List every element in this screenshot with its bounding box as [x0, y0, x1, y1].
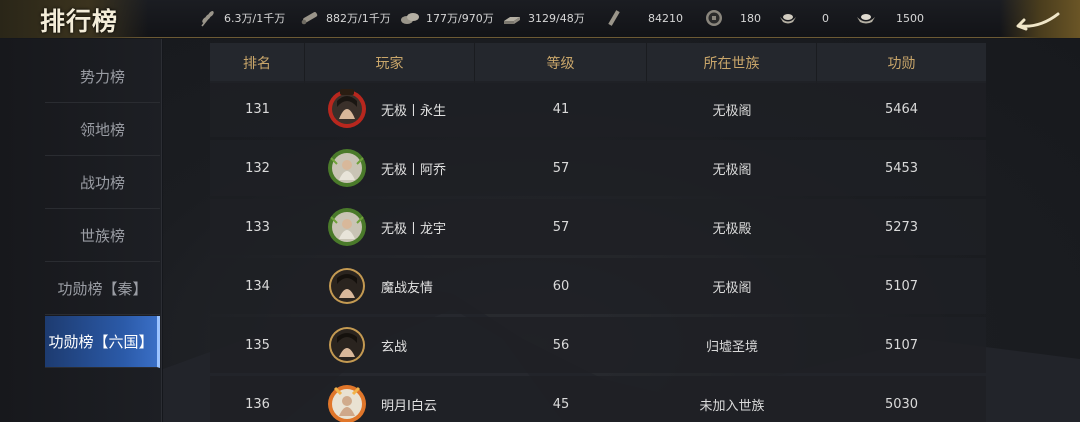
- sidebar-item-merit-six-states[interactable]: 功勋榜【六国】: [45, 316, 160, 368]
- player-name: 无极丨龙宇: [381, 221, 447, 237]
- avatar[interactable]: [327, 207, 367, 247]
- column-header-merit: 功勋: [887, 56, 916, 72]
- table-row[interactable]: 133 无极丨龙宇 57 无极殿 5273: [210, 199, 986, 255]
- player-name: 明月I白云: [381, 398, 437, 414]
- back-arrow-icon[interactable]: [1014, 6, 1066, 32]
- player-name: 无极丨永生: [381, 103, 447, 119]
- avatar[interactable]: [327, 148, 367, 188]
- copper-coin-icon: [706, 10, 722, 26]
- level-cell: 45: [552, 396, 570, 412]
- player-cell: 无极丨龙宇: [305, 199, 475, 255]
- rank-cell: 136: [245, 396, 270, 412]
- rank-cell: 131: [245, 101, 270, 117]
- clan-cell: 未加入世族: [699, 398, 765, 414]
- table-row[interactable]: 136 明月I白云 45 未加入世族 5030: [210, 376, 986, 422]
- column-header-clan: 所在世族: [647, 43, 817, 83]
- level-cell: 60: [552, 278, 570, 294]
- resource-wood: 882万/1千万: [300, 0, 391, 36]
- resource-iron: 3129/48万: [502, 0, 585, 36]
- sidebar-item-power[interactable]: 势力榜: [45, 51, 160, 103]
- merit-cell: 5030: [884, 396, 919, 412]
- sidebar-item-label: 世族榜: [79, 227, 125, 245]
- wood-icon: [301, 12, 318, 25]
- stone-icon: [401, 13, 419, 24]
- level-cell: 57: [552, 219, 570, 235]
- clan-cell: 无极阁: [712, 280, 752, 296]
- rank-cell: 134: [245, 278, 270, 294]
- silver-ingot-icon: [857, 14, 875, 24]
- rank-cell: 132: [245, 160, 270, 176]
- command-icon: [608, 10, 620, 26]
- clan-cell: 归墟圣境: [705, 339, 758, 355]
- player-cell: 魔战友情: [305, 258, 475, 314]
- table-header: 排名 玩家 等级 所在世族 功勋: [210, 43, 986, 83]
- player-name: 魔战友情: [381, 280, 434, 296]
- sidebar-item-label: 战功榜: [79, 174, 125, 192]
- player-cell: 无极丨阿乔: [305, 140, 475, 196]
- avatar[interactable]: [327, 325, 367, 365]
- column-header-player: 玩家: [305, 43, 475, 83]
- page-title: 排行榜: [40, 7, 119, 36]
- table-row[interactable]: 134 魔战友情 60 无极阁 5107: [210, 258, 986, 314]
- sidebar-item-label: 势力榜: [79, 68, 125, 86]
- resource-wheat: 6.3万/1千万: [198, 0, 285, 36]
- merit-cell: 5107: [884, 337, 919, 353]
- avatar[interactable]: [327, 89, 367, 129]
- resource-copper: 180: [704, 0, 761, 36]
- player-cell: 玄战: [305, 317, 475, 373]
- sidebar-item-label: 功勋榜【六国】: [48, 333, 154, 351]
- resource-command: 84210: [604, 0, 683, 36]
- sidebar-item-clan[interactable]: 世族榜: [45, 210, 160, 262]
- sidebar-item-label: 功勋榜【秦】: [57, 280, 148, 298]
- table-row[interactable]: 131 无极丨永生 41 无极阁 5464: [210, 81, 986, 137]
- level-cell: 57: [552, 160, 570, 176]
- rank-cell: 133: [245, 219, 270, 235]
- clan-cell: 无极阁: [712, 103, 752, 119]
- avatar[interactable]: [327, 384, 367, 422]
- merit-cell: 5273: [884, 219, 919, 235]
- merit-cell: 5107: [884, 278, 919, 294]
- level-cell: 56: [552, 337, 570, 353]
- resource-gold: 0: [778, 0, 829, 36]
- sidebar-item-merit-qin[interactable]: 功勋榜【秦】: [45, 263, 160, 315]
- sidebar-item-territory[interactable]: 领地榜: [45, 104, 160, 156]
- gold-ingot-icon: [780, 14, 796, 24]
- merit-cell: 5453: [884, 160, 919, 176]
- top-bar: 排行榜 6.3万/1千万 882万/1千万 177万/970万 3129/48万: [0, 0, 1080, 38]
- iron-icon: [504, 17, 520, 24]
- rank-cell: 135: [245, 337, 270, 353]
- sidebar: 势力榜 领地榜 战功榜 世族榜 功勋榜【秦】 功勋榜【六国】: [0, 39, 162, 422]
- column-header-rank: 排名: [210, 43, 305, 83]
- table-row[interactable]: 135 玄战 56 归墟圣境 5107: [210, 317, 986, 373]
- level-cell: 41: [552, 101, 570, 117]
- wheat-icon: [201, 11, 214, 27]
- merit-cell: 5464: [884, 101, 919, 117]
- resource-silver: 1500: [856, 0, 924, 36]
- player-cell: 无极丨永生: [305, 81, 475, 137]
- resource-stone: 177万/970万: [400, 0, 494, 36]
- ranking-panel: 排名 玩家 等级 所在世族 功勋 131 无极丨永生 41 无极阁 5464 1…: [163, 39, 1080, 422]
- player-name: 玄战: [381, 339, 408, 355]
- player-name: 无极丨阿乔: [381, 162, 447, 178]
- player-cell: 明月I白云: [305, 376, 475, 422]
- clan-cell: 无极阁: [712, 162, 752, 178]
- clan-cell: 无极殿: [712, 221, 752, 237]
- avatar[interactable]: [327, 266, 367, 306]
- sidebar-item-battle-merit[interactable]: 战功榜: [45, 157, 160, 209]
- column-header-level: 等级: [475, 43, 647, 83]
- table-row[interactable]: 132 无极丨阿乔 57 无极阁 5453: [210, 140, 986, 196]
- sidebar-item-label: 领地榜: [79, 121, 125, 139]
